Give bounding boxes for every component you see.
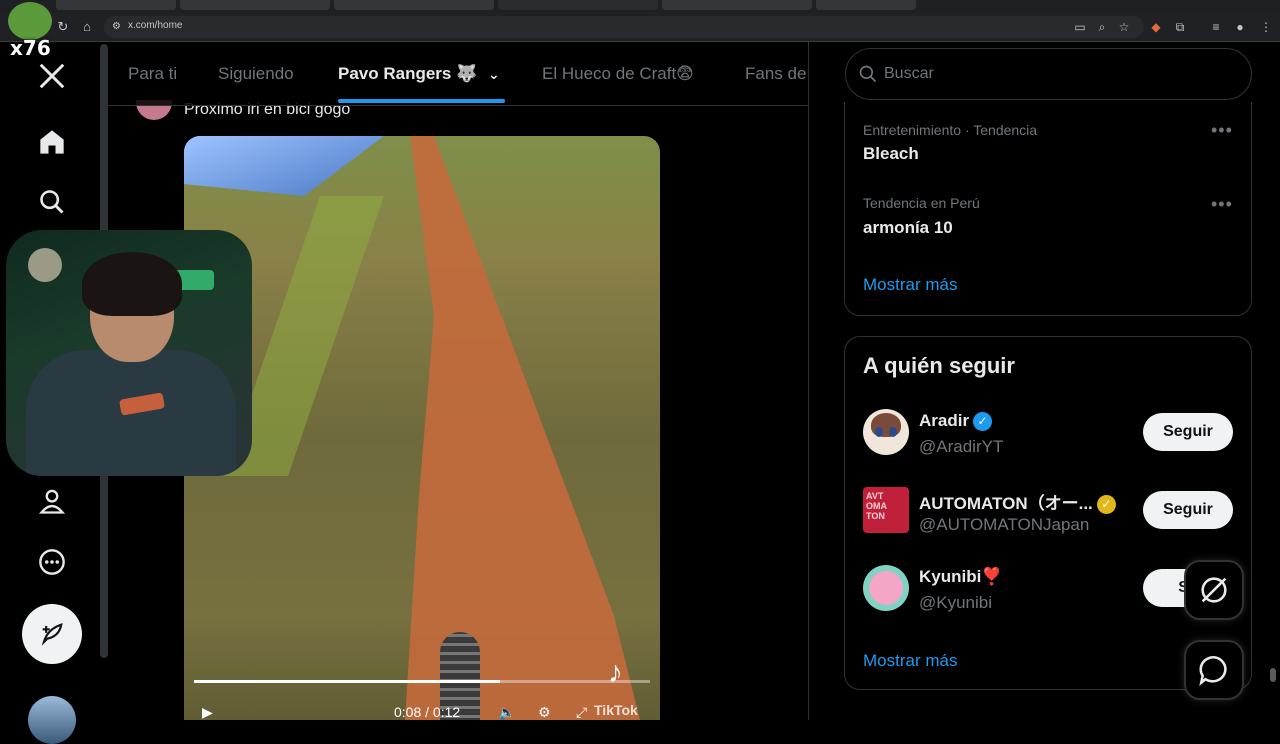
webcam-microphone [28,248,62,282]
bookmark-star-icon[interactable]: ☆ [1116,19,1132,35]
tab-para-ti[interactable]: Para ti [128,64,177,84]
tab-siguiendo[interactable]: Siguiendo [218,64,294,84]
verified-badge-icon: ✓ [973,412,993,432]
video-progress-bar[interactable] [194,680,650,683]
extension-icon[interactable]: ◆ [1148,19,1164,35]
post-video[interactable]: ♪ ▶ 0:08 / 0:12 🔈 ⚙ ⤢ TikTok [184,136,660,720]
search-input[interactable]: Buscar [845,48,1252,100]
video-progress-fill [194,680,500,683]
grok-button[interactable] [1184,560,1244,620]
streamer-webcam [6,230,252,476]
account-handle: @Kyunibi [919,593,993,612]
account-name-text: Aradir [919,411,970,430]
active-tab-indicator [338,99,505,103]
chevron-down-icon[interactable]: ⌄ [488,66,500,82]
chat-bubble-icon [1199,655,1227,687]
trend-category: Entretenimiento · Tendencia [863,122,1038,138]
browser-tab[interactable] [334,0,494,10]
avatar[interactable]: AVT OMA TON [863,487,909,533]
tab-hueco-de-craft[interactable]: El Hueco de Craft😨 [542,64,694,84]
search-placeholder: Buscar [884,65,934,82]
browser-tab[interactable] [180,0,330,10]
browser-tab[interactable] [662,0,812,10]
trends-show-more-link[interactable]: Mostrar más [863,275,957,295]
who-to-follow-title: A quién seguir [863,353,1015,378]
extensions-puzzle-icon[interactable]: ⧉ [1172,19,1188,35]
explore-search-icon[interactable] [32,182,72,222]
profile-icon[interactable]: ● [1232,19,1248,35]
browser-toolbar: ↻ ⌂ ⚙ x.com/home ▭ ⌕ ☆ ◆ ⧉ ≡ ● ⋮ [0,12,1280,42]
trend-name[interactable]: armonía 10 [863,218,953,238]
messages-button[interactable] [1184,640,1244,700]
media-control-icon[interactable]: ≡ [1208,19,1224,35]
cast-icon[interactable]: ▭ [1072,19,1088,35]
profile-person-icon[interactable] [32,482,72,522]
tab-pavo-rangers[interactable]: Pavo Rangers 🐺 ⌄ [338,64,500,84]
who-to-follow-card: A quién seguir Aradir ✓ @AradirYT Seguir … [844,336,1252,690]
search-icon [859,65,877,83]
browser-tab[interactable] [56,0,176,10]
who-to-follow-show-more-link[interactable]: Mostrar más [863,651,957,671]
webcam-person-hair [82,252,182,316]
account-name[interactable]: Aradir ✓ [919,411,993,432]
avatar[interactable] [863,565,909,611]
home-browser-icon[interactable]: ⌂ [78,18,96,36]
right-scrollbar[interactable] [1270,668,1276,682]
account-handle: @AradirYT [919,437,1004,456]
follow-button[interactable]: Seguir [1143,491,1233,529]
fullscreen-icon[interactable]: ⤢ [576,704,587,720]
account-name[interactable]: AUTOMATON（オー... ✓ [919,489,1116,515]
x-logo-icon[interactable] [32,56,72,96]
trend-category: Tendencia en Perú [863,195,980,211]
reload-icon[interactable]: ↻ [54,18,72,36]
settings-gear-icon[interactable]: ⚙ [538,704,551,720]
trends-card: Entretenimiento · Tendencia Bleach ••• T… [844,102,1252,316]
video-controls: ▶ 0:08 / 0:12 🔈 ⚙ ⤢ [200,704,650,720]
video-time: 0:08 / 0:12 [394,704,461,720]
menu-kebab-icon[interactable]: ⋮ [1258,19,1274,35]
site-info-icon[interactable]: ⚙ [112,21,121,32]
browser-tab[interactable] [816,0,916,10]
home-icon[interactable] [32,122,72,162]
verified-gold-badge-icon: ✓ [1096,495,1116,515]
address-bar[interactable]: ⚙ x.com/home [104,16,1144,38]
account-name[interactable]: Kyunibi❣️ [919,567,1003,587]
tab-pavo-rangers-label: Pavo Rangers 🐺 [338,64,478,83]
tab-fans-de[interactable]: Fans de [745,64,806,84]
overlay-badge: x76 [10,36,51,60]
zoom-icon[interactable]: ⌕ [1094,19,1110,35]
trend-name[interactable]: Bleach [863,144,919,164]
tiktok-logo-icon: ♪ [608,656,623,689]
play-icon[interactable]: ▶ [202,704,213,720]
grok-icon [1201,577,1227,603]
follow-button[interactable]: Seguir [1143,413,1233,451]
compose-post-button[interactable] [22,604,82,664]
url-text[interactable]: x.com/home [128,20,182,31]
feather-icon [41,623,63,646]
avatar[interactable] [863,409,909,455]
more-dots-icon[interactable]: ••• [1211,120,1233,141]
volume-icon[interactable]: 🔈 [498,704,515,720]
account-name-text: AUTOMATON（オー... [919,494,1093,513]
account-avatar[interactable] [28,696,76,744]
browser-tab[interactable] [498,0,658,10]
video-sky [184,136,384,196]
timeline-tabs: Para ti Siguiendo Pavo Rangers 🐺 ⌄ El Hu… [108,42,808,106]
tiktok-watermark: TikTok [594,702,638,718]
more-options-icon[interactable] [32,542,72,582]
pepe-emote-icon [8,2,52,40]
browser-tabstrip [0,0,1280,12]
more-dots-icon[interactable]: ••• [1211,194,1233,215]
video-trail [404,136,644,720]
account-handle: @AUTOMATONJapan [919,515,1090,534]
